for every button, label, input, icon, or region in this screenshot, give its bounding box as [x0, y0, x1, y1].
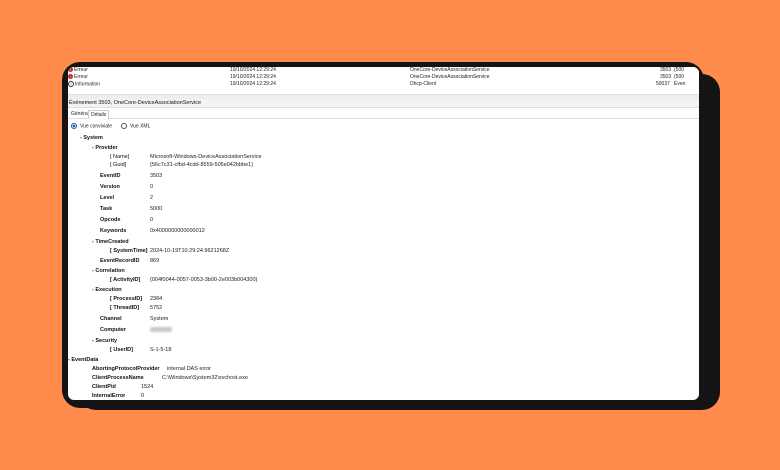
event-category: Éven [674, 81, 686, 87]
opcode-key: Opcode [100, 217, 121, 223]
tree-system[interactable]: - System [80, 135, 103, 142]
threadid-value: 5752 [150, 305, 163, 311]
level-key: Level [100, 195, 115, 201]
event-level: Information [75, 81, 101, 88]
event-row[interactable]: ! Erreur 19/10/2024 12:29:24 OneCore-Devi… [68, 67, 699, 74]
channel-key: Channel [100, 316, 122, 322]
event-id: 3503 [660, 74, 672, 80]
event-row[interactable]: ! Erreur 19/10/2024 12:29:24 OneCore-Devi… [68, 74, 699, 81]
event-category: (500 [674, 74, 685, 80]
tree-eventdata[interactable]: - EventData [68, 357, 98, 364]
friendly-view-option[interactable]: Vue conviviale [71, 123, 112, 129]
radio-empty-icon [121, 123, 127, 129]
internalerr-key: InternalError [92, 393, 126, 399]
tree-security[interactable]: - Security [92, 338, 117, 345]
info-icon: i [68, 81, 74, 87]
xml-view-label: Vue XML [130, 123, 151, 130]
aborting-value: internal DAS error [167, 366, 212, 372]
clientproc-key: ClientProcessName [92, 375, 144, 381]
opcode-value: 0 [150, 217, 154, 223]
activityid-value: {004f0044-0057-0053-3b00-2e003b004300} [150, 277, 258, 283]
event-details-tree: - System - Provider [ Name] Microsoft-Wi… [68, 133, 699, 400]
event-viewer-window: ! Erreur 19/10/2024 12:29:24 OneCore-Devi… [68, 67, 699, 400]
event-id: 3503 [660, 67, 672, 73]
task-key: Task [100, 206, 113, 212]
computer-key: Computer [100, 327, 126, 333]
recordid-value: 869 [150, 258, 160, 264]
clientpid-value: 1524 [141, 384, 154, 390]
event-row[interactable]: i Information 19/10/2024 12:29:24 Dhcp-Cl… [68, 81, 699, 88]
event-list: ! Erreur 19/10/2024 12:29:24 OneCore-Devi… [68, 67, 699, 100]
event-source: OneCore-DeviceAssociationService [410, 67, 490, 73]
tab-general[interactable]: Général [71, 110, 89, 118]
name-value: Microsoft-Windows-DeviceAssociationServi… [150, 154, 262, 160]
event-level: Erreur [74, 67, 88, 73]
details-tabs: Général Détails [68, 109, 699, 119]
tab-details[interactable]: Détails [88, 110, 110, 119]
event-level: Erreur [74, 74, 88, 80]
name-key: [ Name] [110, 154, 130, 160]
tree-execution[interactable]: - Execution [92, 287, 122, 294]
recordid-key: EventRecordID [100, 258, 140, 264]
event-source: OneCore-DeviceAssociationService [410, 74, 490, 80]
guid-key: [ Guid] [110, 162, 127, 168]
processid-key: [ ProcessID] [110, 296, 143, 302]
radio-selected-icon [71, 123, 77, 129]
event-datetime: 19/10/2024 12:29:24 [230, 74, 276, 80]
tree-correlation[interactable]: - Correlation [92, 268, 125, 275]
userid-value: S-1-5-18 [150, 347, 172, 353]
task-value: 5000 [150, 206, 163, 212]
level-value: 2 [150, 195, 154, 201]
version-value: 0 [150, 184, 154, 190]
eventid-key: EventID [100, 173, 121, 179]
userid-key: [ UserID] [110, 347, 133, 353]
tree-provider[interactable]: - Provider [92, 145, 118, 152]
version-key: Version [100, 184, 120, 190]
computer-value-redacted [150, 327, 172, 334]
event-id: 50037 [656, 81, 670, 87]
clientproc-value: C:\Windows\System32\svchost.exe [162, 375, 248, 381]
event-source: Dhcp-Client [410, 81, 437, 87]
internalerr-value: 0 [141, 393, 145, 399]
channel-value: System [150, 316, 169, 322]
event-datetime: 19/10/2024 12:29:24 [230, 81, 276, 87]
activityid-key: [ ActivityID] [110, 277, 141, 283]
keywords-value: 0x4000000000000012 [150, 228, 205, 234]
systemtime-value: 2024-10-19T10:29:24.9621268Z [150, 248, 230, 254]
guid-value: {56c7c31-cfbd-4cdd-8559-505e042bbbe1} [150, 162, 254, 168]
error-icon: ! [68, 67, 73, 73]
threadid-key: [ ThreadID] [110, 305, 140, 311]
systemtime-key: [ SystemTime] [110, 248, 148, 254]
clientpid-key: ClientPid [92, 384, 116, 390]
event-category: (500 [674, 67, 685, 73]
tree-timecreated[interactable]: - TimeCreated [92, 239, 129, 246]
eventid-value: 3503 [150, 173, 163, 179]
error-icon: ! [68, 74, 73, 80]
event-datetime: 19/10/2024 12:29:24 [230, 67, 276, 73]
event-details-title: Événement 3503, OneCore-DeviceAssociatio… [68, 99, 699, 108]
xml-view-option[interactable]: Vue XML [121, 123, 150, 129]
processid-value: 2384 [150, 296, 163, 302]
friendly-view-label: Vue conviviale [80, 123, 113, 130]
aborting-key: AbortingProtocolProvider [92, 366, 160, 372]
keywords-key: Keywords [100, 228, 127, 234]
